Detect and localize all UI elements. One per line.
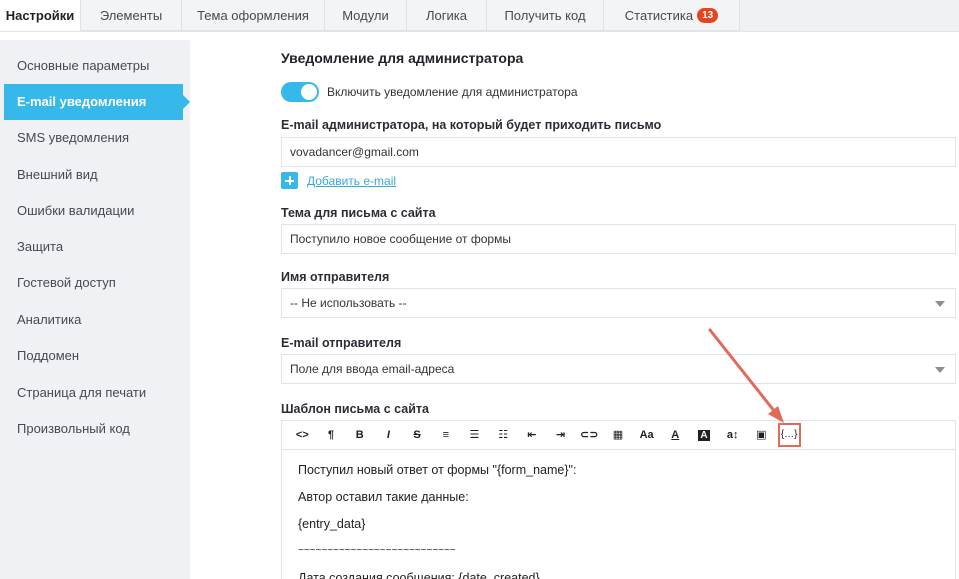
sidebar-item-guest-access[interactable]: Гостевой доступ bbox=[4, 265, 183, 301]
tab-modules[interactable]: Модули bbox=[325, 0, 407, 31]
table-icon[interactable]: ▦ bbox=[604, 424, 633, 446]
tab-label: Тема оформления bbox=[197, 8, 309, 23]
sender-name-select[interactable]: -- Не использовать -- bbox=[281, 288, 956, 318]
editor-line: {entry_data} bbox=[298, 517, 366, 531]
background-color-icon[interactable]: A bbox=[690, 424, 719, 446]
align-left-icon[interactable]: ≡ bbox=[431, 424, 460, 446]
section-title: Уведомление для администратора bbox=[281, 50, 524, 66]
editor-toolbar: <> ¶ B I S ≡ ☰ ☷ ⇤ ⇥ ⊂⊃ ▦ Aa A A a↕ ▣ {…… bbox=[282, 421, 955, 450]
sidebar-item-label: SMS уведомления bbox=[17, 130, 130, 145]
admin-email-field[interactable]: vovadancer@gmail.com bbox=[281, 137, 956, 167]
sidebar-item-label: E-mail уведомления bbox=[17, 94, 147, 109]
sidebar-item-subdomain[interactable]: Поддомен bbox=[4, 338, 183, 374]
sidebar-item-print-page[interactable]: Страница для печати bbox=[4, 375, 183, 411]
tab-elements[interactable]: Элементы bbox=[81, 0, 182, 31]
image-icon[interactable]: ▣ bbox=[747, 424, 776, 446]
sidebar-item-general[interactable]: Основные параметры bbox=[4, 48, 183, 84]
chevron-down-icon bbox=[935, 301, 945, 307]
editor-line: ~~~~~~~~~~~~~~~~~~~~~~~~~~~ bbox=[298, 545, 456, 556]
sidebar-item-label: Внешний вид bbox=[17, 167, 98, 182]
tab-label: Модули bbox=[342, 8, 389, 23]
sender-email-label: E-mail отправителя bbox=[281, 336, 402, 350]
top-tab-bar: Настройки Элементы Тема оформления Модул… bbox=[0, 0, 959, 32]
sidebar-item-email-notifications[interactable]: E-mail уведомления bbox=[4, 84, 190, 120]
sidebar-item-validation-errors[interactable]: Ошибки валидации bbox=[4, 193, 183, 229]
bullet-list-icon[interactable]: ☰ bbox=[460, 424, 489, 446]
sender-email-value: Поле для ввода email-адреса bbox=[290, 362, 455, 376]
statistics-count-badge: 13 bbox=[697, 8, 719, 23]
bold-icon[interactable]: B bbox=[345, 424, 374, 446]
text-color-icon[interactable]: A bbox=[661, 424, 690, 446]
editor-line: Автор оставил такие данные: bbox=[298, 490, 469, 504]
sidebar-item-label: Аналитика bbox=[17, 312, 82, 327]
admin-notification-toggle[interactable]: Включить уведомление для администратора bbox=[281, 81, 578, 103]
add-email-link[interactable]: Добавить e-mail bbox=[281, 172, 396, 189]
admin-email-label: E-mail администратора, на который будет … bbox=[281, 118, 662, 132]
tab-logic[interactable]: Логика bbox=[407, 0, 487, 31]
template-label: Шаблон письма с сайта bbox=[281, 402, 429, 416]
sidebar-item-label: Страница для печати bbox=[17, 385, 147, 400]
line-height-icon[interactable]: a↕ bbox=[718, 424, 747, 446]
sender-name-value: -- Не использовать -- bbox=[290, 296, 407, 310]
strikethrough-icon[interactable]: S bbox=[403, 424, 432, 446]
link-icon[interactable]: ⊂⊃ bbox=[575, 424, 604, 446]
sidebar-item-label: Поддомен bbox=[17, 348, 80, 363]
editor-content[interactable]: Поступил новый ответ от формы "{form_nam… bbox=[282, 450, 955, 579]
tab-theme[interactable]: Тема оформления bbox=[182, 0, 325, 31]
sidebar-item-analytics[interactable]: Аналитика bbox=[4, 302, 183, 338]
indent-icon[interactable]: ⇥ bbox=[546, 424, 575, 446]
editor-line: Дата создания сообщения: {date_created} bbox=[298, 571, 540, 579]
tab-label: Получить код bbox=[504, 8, 586, 23]
subject-field[interactable]: Поступило новое сообщение от формы bbox=[281, 224, 956, 254]
italic-icon[interactable]: I bbox=[374, 424, 403, 446]
sidebar-item-label: Защита bbox=[17, 239, 64, 254]
variables-icon[interactable]: {…} bbox=[777, 423, 801, 447]
toggle-label: Включить уведомление для администратора bbox=[327, 85, 578, 99]
sidebar-item-custom-code[interactable]: Произвольный код bbox=[4, 411, 183, 447]
template-editor: <> ¶ B I S ≡ ☰ ☷ ⇤ ⇥ ⊂⊃ ▦ Aa A A a↕ ▣ {…… bbox=[281, 420, 956, 579]
toggle-knob bbox=[301, 84, 317, 100]
tab-statistics[interactable]: Статистика 13 bbox=[604, 0, 740, 31]
font-size-icon[interactable]: Aa bbox=[632, 424, 661, 446]
plus-icon bbox=[281, 172, 298, 189]
sender-email-select[interactable]: Поле для ввода email-адреса bbox=[281, 354, 956, 384]
background-color-glyph: A bbox=[698, 430, 710, 441]
editor-line: Поступил новый ответ от формы "{form_nam… bbox=[298, 463, 577, 477]
outdent-icon[interactable]: ⇤ bbox=[518, 424, 547, 446]
sidebar-item-sms-notifications[interactable]: SMS уведомления bbox=[4, 120, 183, 156]
toggle-switch[interactable] bbox=[281, 82, 319, 102]
paragraph-icon[interactable]: ¶ bbox=[317, 424, 346, 446]
add-email-label: Добавить e-mail bbox=[307, 173, 397, 188]
tab-label: Элементы bbox=[99, 8, 163, 23]
sidebar-item-label: Ошибки валидации bbox=[17, 203, 135, 218]
tab-settings[interactable]: Настройки bbox=[0, 0, 81, 31]
subject-label: Тема для письма с сайта bbox=[281, 206, 436, 220]
sidebar-item-protection[interactable]: Защита bbox=[4, 229, 183, 265]
tab-get-code[interactable]: Получить код bbox=[487, 0, 604, 31]
numbered-list-icon[interactable]: ☷ bbox=[489, 424, 518, 446]
sidebar-item-label: Произвольный код bbox=[17, 421, 130, 436]
sidebar-item-label: Основные параметры bbox=[17, 58, 150, 73]
tab-label: Статистика bbox=[624, 8, 694, 23]
tab-label: Настройки bbox=[5, 8, 75, 23]
sidebar-item-label: Гостевой доступ bbox=[17, 275, 116, 290]
code-view-icon[interactable]: <> bbox=[288, 424, 317, 446]
sidebar-item-appearance[interactable]: Внешний вид bbox=[4, 157, 183, 193]
chevron-down-icon bbox=[935, 367, 945, 373]
sender-name-label: Имя отправителя bbox=[281, 270, 390, 284]
tab-label: Логика bbox=[426, 8, 467, 23]
